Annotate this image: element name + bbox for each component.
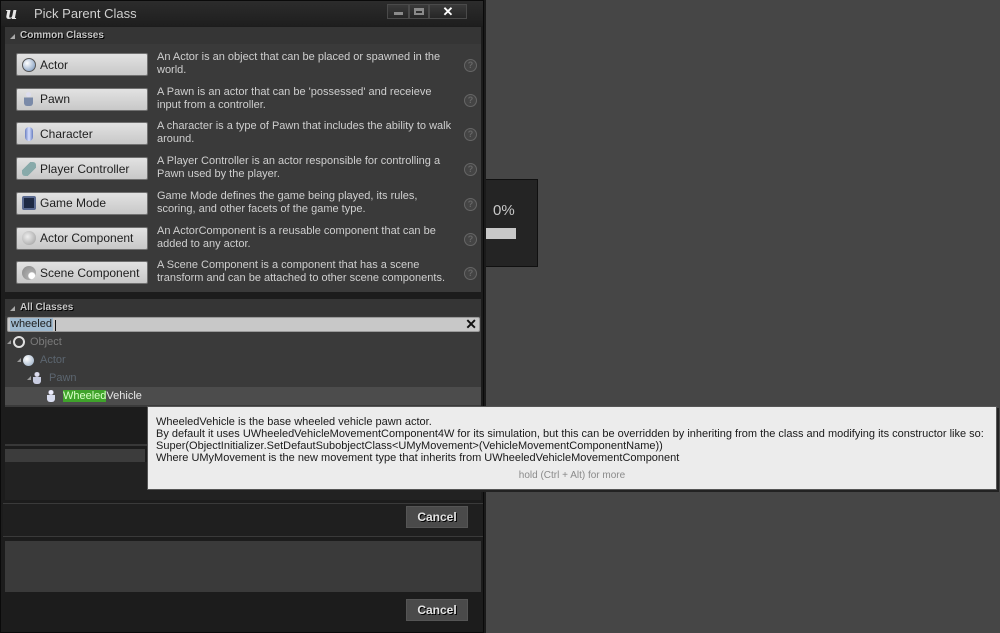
progress-percent: 0% [493,202,515,219]
class-row: Player Controller A Player Controller is … [5,155,481,188]
minimize-icon [393,12,403,15]
search-match-highlight: Wheeled [63,390,107,402]
tree-row-object[interactable]: Object [5,333,481,351]
class-tooltip: WheeledVehicle is the base wheeled vehic… [147,406,997,490]
class-description: A Pawn is an actor that can be 'possesse… [157,85,432,111]
class-button-player-controller[interactable]: Player Controller [16,157,148,181]
tooltip-line: Super(ObjectInitializer.SetDefautSubobje… [156,440,663,452]
game-mode-icon [22,196,36,211]
help-icon[interactable]: ? [464,232,477,246]
help-icon[interactable]: ? [464,59,477,72]
tooltip-line: Where UMyMovement is the new movement ty… [156,452,680,464]
scene-component-icon [22,265,36,280]
player-controller-icon [22,161,36,176]
background-pane [485,0,1000,633]
search-value: wheeled [10,318,53,331]
tooltip-more-hint: hold (Ctrl + Alt) for more [518,470,626,481]
class-button-actor-component[interactable]: Actor Component [16,226,148,250]
class-button-label: Actor Component [40,231,134,245]
actor-sphere-icon [22,57,36,72]
cancel-button[interactable]: Cancel [406,506,468,528]
help-icon[interactable]: ? [464,267,477,281]
class-row: Character A character is a type of Pawn t… [5,120,481,153]
tree-row-actor[interactable]: Actor [5,351,481,369]
help-icon[interactable]: ? [464,163,477,177]
class-button-label: Character [40,126,93,141]
all-classes-header[interactable]: All Classes [5,299,481,316]
common-classes-header[interactable]: Common Classes [5,27,481,44]
class-button-label: Player Controller [40,161,130,176]
tooltip-line: WheeledVehicle is the base wheeled vehic… [156,416,432,428]
pick-parent-class-dialog: u Pick Parent Class ✕ Common Classes Act… [0,0,484,633]
class-row: Actor An Actor is an object that can be p… [5,51,481,84]
minimize-button[interactable] [387,4,409,19]
expand-triangle-icon [17,358,21,362]
class-button-character[interactable]: Character [16,122,148,146]
object-ring-icon [13,336,25,348]
tooltip-line: By default it uses UWheeledVehicleMoveme… [156,428,984,440]
progress-popup: 0% [486,179,538,267]
tree-row-wheeled-vehicle[interactable]: WheeledVehicle [5,387,481,405]
common-classes-title: Common Classes [20,30,104,41]
pawn-icon [47,390,63,403]
window-title: Pick Parent Class [34,6,137,21]
class-description: A Scene Component is a component that ha… [157,259,446,285]
tree-label: Object [30,336,62,348]
expand-triangle-icon [7,340,11,344]
help-icon[interactable]: ? [464,93,477,107]
all-classes-panel: All Classes wheeled ✕ Object Actor Pawn … [5,299,481,407]
class-description: An Actor is an object that can be placed… [157,51,441,76]
progress-fill [486,228,516,239]
class-button-scene-component[interactable]: Scene Component [16,261,148,285]
actor-sphere-icon [23,354,34,366]
pawn-icon [24,92,33,107]
class-button-label: Actor [40,57,69,72]
maximize-button[interactable] [409,4,429,19]
class-button-label: Game Mode [40,196,107,211]
maximize-icon [414,8,424,15]
class-button-label: Pawn [40,92,71,107]
lower-panel [5,541,481,592]
class-button-actor[interactable]: Actor [16,53,148,76]
text-caret [55,320,56,331]
class-search-input[interactable]: wheeled ✕ [7,317,480,332]
help-icon[interactable]: ? [464,128,477,142]
unreal-logo-icon: u [5,4,18,24]
close-icon: ✕ [442,3,454,19]
class-description: Game Mode defines the game being played,… [157,189,418,215]
title-bar[interactable]: u Pick Parent Class ✕ [1,1,483,26]
tree-label: Actor [40,354,66,366]
cancel-button-secondary[interactable]: Cancel [406,599,468,621]
tree-label: Pawn [49,372,77,384]
class-button-game-mode[interactable]: Game Mode [16,191,148,215]
character-capsule-icon [25,126,33,141]
close-button[interactable]: ✕ [429,4,467,19]
class-row: Actor Component An ActorComponent is a re… [5,225,481,258]
all-classes-title: All Classes [20,302,74,313]
class-description: A Player Controller is an actor responsi… [157,155,441,181]
class-row: Game Mode Game Mode defines the game bein… [5,190,481,223]
pawn-icon [33,372,41,384]
progress-bar [486,228,516,239]
actor-component-icon [22,231,36,245]
class-description: A character is a type of Pawn that inclu… [157,120,452,146]
class-description: An ActorComponent is a reusable componen… [157,224,436,250]
class-row: Scene Component A Scene Component is a co… [5,259,481,292]
class-button-pawn[interactable]: Pawn [16,87,148,111]
collapse-triangle-icon [10,305,15,311]
class-button-label: Scene Component [40,265,140,280]
expand-triangle-icon [27,376,31,380]
class-row: Pawn A Pawn is an actor that can be 'poss… [5,86,481,119]
common-classes-panel: Common Classes Actor An Actor is an objec… [5,27,481,292]
clear-search-icon[interactable]: ✕ [465,317,477,331]
scrollbar-track[interactable] [5,449,145,462]
tree-row-pawn[interactable]: Pawn [5,369,481,387]
help-icon[interactable]: ? [464,197,477,211]
tree-label: WheeledVehicle [63,390,142,402]
collapse-triangle-icon [10,33,15,39]
